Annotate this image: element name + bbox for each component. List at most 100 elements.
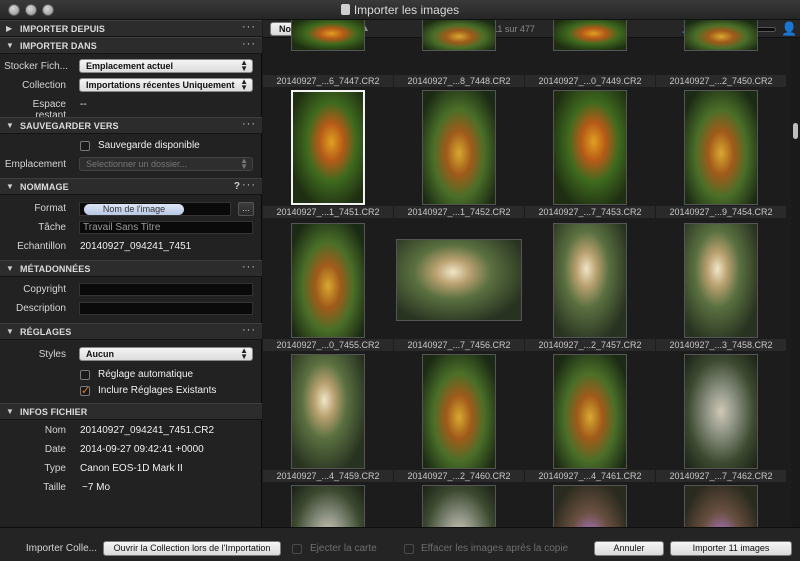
thumbnail-image[interactable] bbox=[422, 354, 496, 469]
thumbnail-image[interactable] bbox=[553, 485, 627, 527]
thumbnail-image[interactable] bbox=[553, 354, 627, 469]
styles-select[interactable]: Aucun ▲ ▼ bbox=[79, 347, 253, 361]
thumbnail-filename: 20140927_...9_7454.CR2 bbox=[656, 206, 786, 218]
title-bar: Importer les images bbox=[0, 0, 800, 20]
updown-arrow-icon: ▲▼ bbox=[240, 346, 248, 361]
section-menu-icon[interactable]: ··· bbox=[242, 38, 256, 50]
include-existing-checkbox[interactable] bbox=[80, 384, 90, 397]
styles-label: Styles bbox=[38, 349, 66, 360]
sample-label: Echantillon bbox=[17, 241, 66, 252]
eject-card-label: Ejecter la carte bbox=[310, 543, 377, 554]
section-naming[interactable]: ▼ NOMMAGE ? ··· bbox=[0, 178, 262, 195]
section-menu-icon[interactable]: ··· bbox=[242, 21, 256, 33]
thumbnail-image[interactable] bbox=[396, 239, 522, 321]
erase-after-copy-checkbox[interactable] bbox=[404, 544, 414, 554]
task-input[interactable]: Travail Sans Titre bbox=[79, 221, 253, 234]
thumbnail-filename: 20140927_...3_7458.CR2 bbox=[656, 339, 786, 351]
eject-card-checkbox[interactable] bbox=[292, 544, 302, 554]
import-collection-label: Importer Colle... bbox=[25, 543, 97, 554]
selection-count: 11 sur 477 bbox=[493, 24, 535, 34]
file-name-value: 20140927_094241_7451.CR2 bbox=[80, 425, 215, 436]
updown-arrow-icon: ▲▼ bbox=[240, 77, 248, 92]
section-menu-icon[interactable]: ··· bbox=[242, 261, 256, 273]
thumbnail-image[interactable] bbox=[291, 485, 365, 527]
document-icon bbox=[340, 4, 350, 15]
disclosure-expanded-icon[interactable]: ▼ bbox=[6, 182, 14, 191]
backup-checkbox[interactable] bbox=[80, 141, 90, 151]
collection-label: Collection bbox=[22, 80, 66, 91]
thumbnail-image[interactable] bbox=[291, 354, 365, 469]
backup-checkbox-label: Sauvegarde disponible bbox=[98, 140, 200, 151]
scrollbar-thumb[interactable] bbox=[793, 123, 798, 139]
format-field[interactable]: Nom de l'image bbox=[79, 202, 231, 216]
section-import-into[interactable]: ▼ IMPORTER DANS ··· bbox=[0, 37, 262, 54]
file-name-label: Nom bbox=[44, 425, 66, 436]
thumbnail-image[interactable] bbox=[553, 20, 627, 51]
thumbnail-filename: 20140927_...4_7461.CR2 bbox=[525, 470, 655, 482]
thumbnail-filename: 20140927_...1_7452.CR2 bbox=[394, 206, 524, 218]
thumbnail-filename: 20140927_...7_7462.CR2 bbox=[656, 470, 786, 482]
store-files-select[interactable]: Emplacement actuel ▲ ▼ bbox=[79, 59, 253, 73]
section-menu-icon[interactable]: ··· bbox=[242, 179, 256, 191]
cancel-button[interactable]: Annuler bbox=[594, 541, 664, 556]
disclosure-expanded-icon[interactable]: ▼ bbox=[6, 264, 14, 273]
section-import-from[interactable]: ▶ IMPORTER DEPUIS ··· bbox=[0, 20, 262, 37]
store-files-label: Stocker Fich... bbox=[4, 61, 68, 72]
thumbnail-filename: 20140927_...4_7459.CR2 bbox=[263, 470, 393, 482]
window-title: Importer les images bbox=[0, 3, 800, 17]
thumbnail-image[interactable] bbox=[684, 354, 758, 469]
thumbnail-image[interactable] bbox=[422, 90, 496, 205]
import-settings-panel: ▶ IMPORTER DEPUIS ··· ▼ IMPORTER DANS ··… bbox=[0, 20, 262, 527]
collection-select[interactable]: Importations récentes Uniquement ▲ ▼ bbox=[79, 78, 253, 92]
disclosure-expanded-icon[interactable]: ▼ bbox=[6, 407, 14, 416]
thumbnail-image[interactable] bbox=[291, 223, 365, 338]
thumbnail-image[interactable] bbox=[291, 20, 365, 51]
file-type-value: Canon EOS-1D Mark II bbox=[80, 463, 183, 474]
file-size-value: ~7 Mo bbox=[82, 482, 111, 493]
description-input[interactable] bbox=[79, 302, 253, 315]
thumbnail-filename: 20140927_...2_7457.CR2 bbox=[525, 339, 655, 351]
updown-arrow-icon: ▲▼ bbox=[240, 58, 248, 73]
format-options-button[interactable]: ... bbox=[238, 202, 254, 216]
backup-location-select[interactable]: Selectionner un dossier... ▲ ▼ bbox=[79, 157, 253, 171]
help-icon[interactable]: ? bbox=[234, 181, 240, 192]
section-backup[interactable]: ▼ SAUVEGARDER VERS ··· bbox=[0, 117, 262, 134]
auto-adjust-label: Réglage automatique bbox=[98, 369, 194, 380]
thumbnail-image[interactable] bbox=[684, 485, 758, 527]
large-thumbnail-icon[interactable]: 👤 bbox=[781, 21, 797, 37]
space-remaining-value: -- bbox=[80, 99, 87, 110]
thumbnail-image[interactable] bbox=[553, 90, 627, 205]
thumbnail-image[interactable] bbox=[291, 90, 365, 205]
copyright-input[interactable] bbox=[79, 283, 253, 296]
thumbnail-image[interactable] bbox=[422, 485, 496, 527]
section-metadata[interactable]: ▼ MÉTADONNÉES ··· bbox=[0, 260, 262, 277]
vertical-scrollbar[interactable] bbox=[791, 39, 800, 527]
thumbnail-filename: 20140927_...0_7455.CR2 bbox=[263, 339, 393, 351]
thumbnail-filename: 20140927_...6_7447.CR2 bbox=[263, 75, 393, 87]
thumbnail-filename: 20140927_...7_7453.CR2 bbox=[525, 206, 655, 218]
thumbnail-image[interactable] bbox=[553, 223, 627, 338]
thumbnail-filename: 20140927_...0_7449.CR2 bbox=[525, 75, 655, 87]
thumbnail-image[interactable] bbox=[684, 90, 758, 205]
disclosure-expanded-icon[interactable]: ▼ bbox=[6, 41, 14, 50]
thumbnail-image[interactable] bbox=[684, 223, 758, 338]
section-menu-icon[interactable]: ··· bbox=[242, 324, 256, 336]
section-settings[interactable]: ▼ RÉGLAGES ··· bbox=[0, 323, 262, 340]
format-token[interactable]: Nom de l'image bbox=[84, 204, 184, 215]
section-file-info[interactable]: ▼ INFOS FICHIER bbox=[0, 403, 262, 420]
disclosure-expanded-icon[interactable]: ▼ bbox=[6, 327, 14, 336]
task-label: Tâche bbox=[38, 222, 66, 233]
thumbnail-filename: 20140927_...2_7450.CR2 bbox=[656, 75, 786, 87]
backup-location-label: Emplacement bbox=[4, 159, 66, 170]
disclosure-expanded-icon[interactable]: ▼ bbox=[6, 121, 14, 130]
open-collection-select[interactable]: Ouvrir la Collection lors de l'Importati… bbox=[103, 541, 281, 556]
file-size-label: Taille bbox=[43, 482, 66, 493]
thumbnail-image[interactable] bbox=[422, 20, 496, 51]
erase-after-copy-label: Effacer les images après la copie bbox=[421, 543, 569, 554]
disclosure-collapsed-icon[interactable]: ▶ bbox=[6, 24, 12, 33]
include-existing-label: Inclure Réglages Existants bbox=[98, 385, 217, 396]
thumbnail-image[interactable] bbox=[684, 20, 758, 51]
section-menu-icon[interactable]: ··· bbox=[242, 118, 256, 130]
auto-adjust-checkbox[interactable] bbox=[80, 370, 90, 380]
import-button[interactable]: Importer 11 images bbox=[670, 541, 792, 556]
